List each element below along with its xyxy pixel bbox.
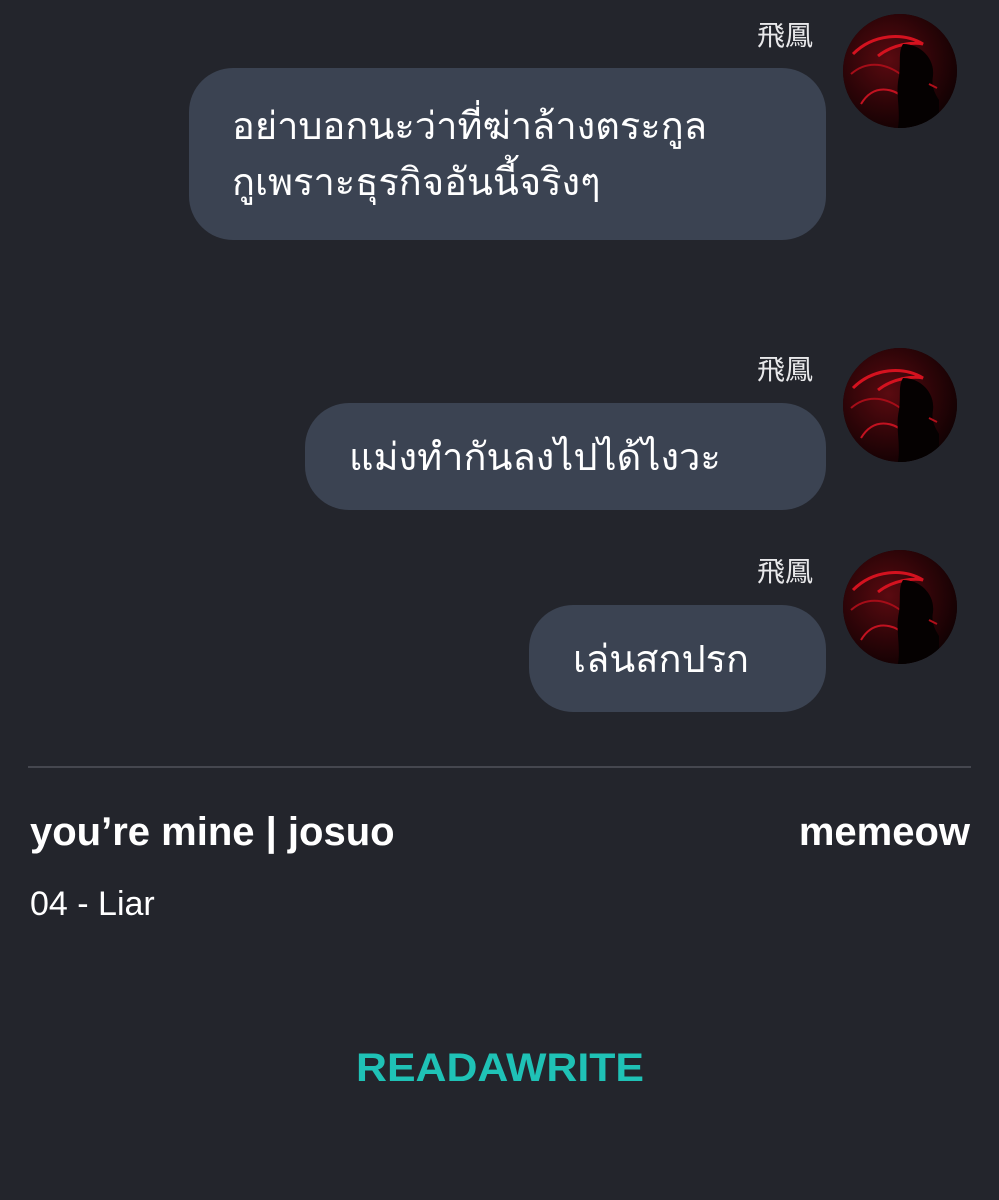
story-author[interactable]: memeow	[799, 810, 970, 855]
message-bubble[interactable]: แม่งทำกันลงไปได้ไงวะ	[305, 403, 826, 510]
avatar[interactable]	[843, 550, 957, 664]
divider	[28, 766, 971, 768]
message-bubble[interactable]: เล่นสกปรก	[529, 605, 826, 712]
message-bubble[interactable]: อย่าบอกนะว่าที่ฆ่าล้างตระกูล กูเพราะธุรก…	[189, 68, 826, 240]
message-line: แม่งทำกันลงไปได้ไงวะ	[349, 435, 721, 479]
avatar-silhouette-icon	[843, 550, 957, 664]
avatar-silhouette-icon	[843, 14, 957, 128]
story-title[interactable]: you’re mine | josuo	[30, 810, 395, 855]
chapter-title: 04 - Liar	[30, 885, 155, 923]
message-line: เล่นสกปรก	[573, 637, 749, 681]
avatar[interactable]	[843, 14, 957, 128]
message-line: อย่าบอกนะว่าที่ฆ่าล้างตระกูล	[232, 104, 707, 148]
logo-text: READAWRITE	[356, 1046, 644, 1090]
sender-name: 飛鳳	[756, 353, 813, 386]
sender-name: 飛鳳	[756, 555, 813, 588]
sender-name: 飛鳳	[756, 19, 813, 52]
readawrite-logo[interactable]: READAWRITE	[356, 1030, 646, 1090]
avatar-silhouette-icon	[843, 348, 957, 462]
message-line: กูเพราะธุรกิจอันนี้จริงๆ	[232, 160, 601, 204]
avatar[interactable]	[843, 348, 957, 462]
